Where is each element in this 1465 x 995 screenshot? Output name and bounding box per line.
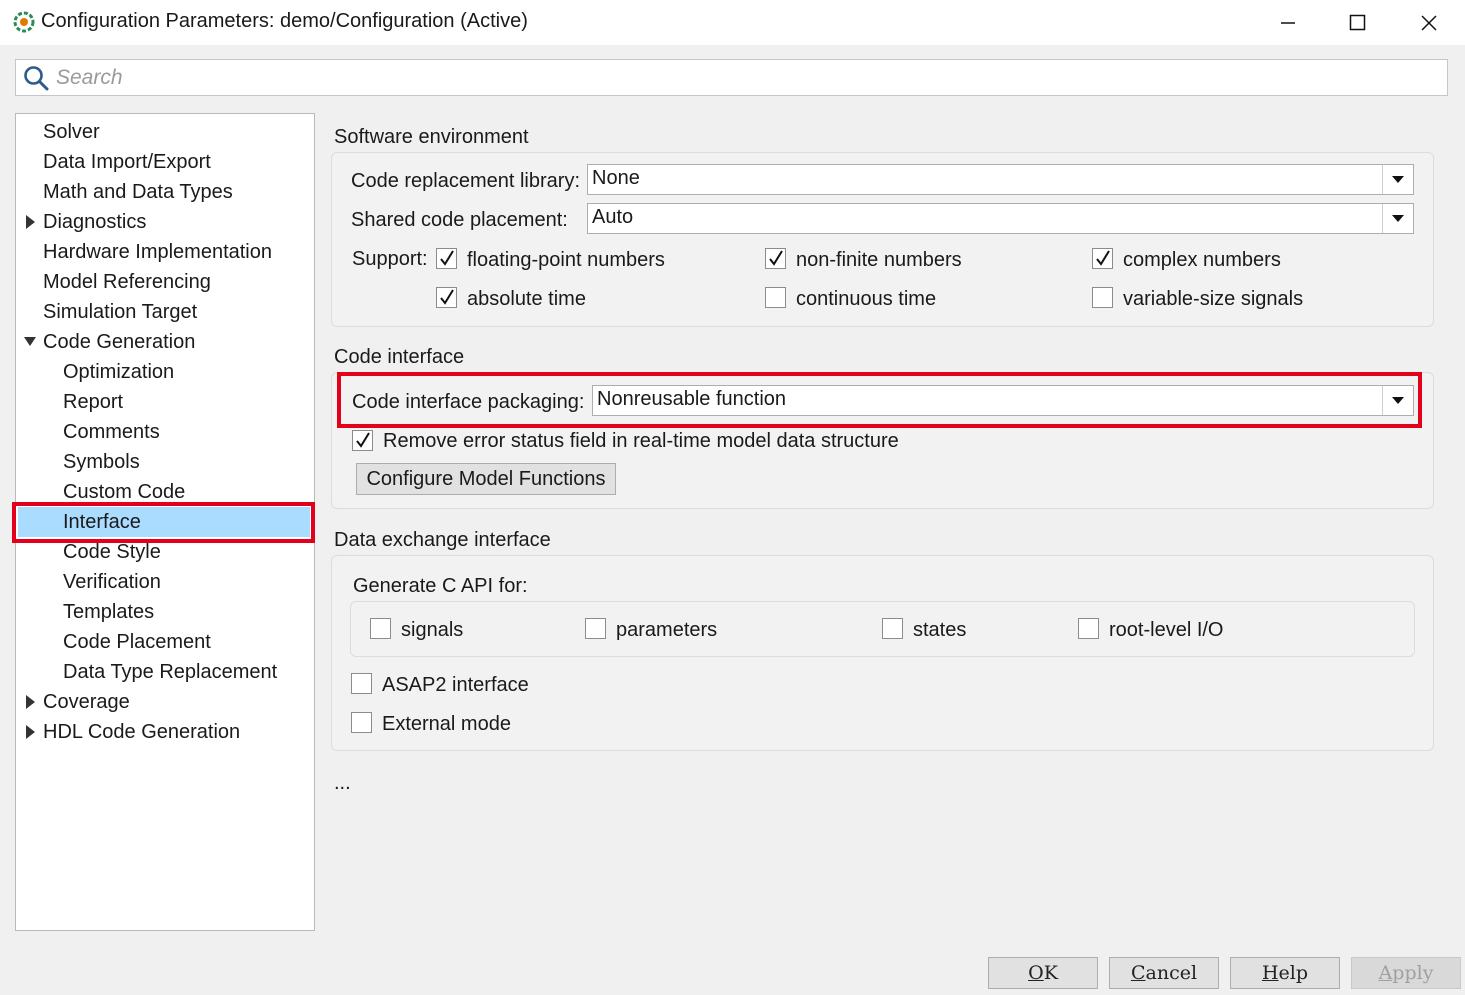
variable-size-signals-label: variable-size signals: [1123, 288, 1304, 310]
shared-code-placement-dropdown[interactable]: Auto: [587, 203, 1414, 234]
c-api-signals-checkbox[interactable]: [370, 618, 391, 639]
search-box[interactable]: [15, 59, 1448, 96]
apply-mnemonic: A: [1378, 962, 1393, 984]
apply-label-rest: pply: [1392, 962, 1434, 984]
tree-item-verification[interactable]: Verification: [63, 567, 161, 597]
minimize-icon: [1281, 21, 1295, 24]
complex-numbers-label: complex numbers: [1123, 249, 1281, 271]
floating-point-label: floating-point numbers: [467, 249, 665, 271]
more-options-ellipsis: ...: [334, 772, 351, 794]
tree-item-diagnostics[interactable]: Diagnostics: [43, 207, 146, 237]
expand-arrow-icon[interactable]: [24, 687, 38, 717]
help-label-rest: elp: [1278, 962, 1309, 984]
c-api-root-level-io-label: root-level I/O: [1109, 619, 1224, 641]
configure-model-functions-button[interactable]: Configure Model Functions: [356, 463, 616, 495]
c-api-parameters-checkbox[interactable]: [585, 618, 606, 639]
checkmark-icon: [1096, 250, 1110, 266]
cancel-button[interactable]: Cancel: [1109, 957, 1219, 989]
apply-button[interactable]: Apply: [1351, 957, 1461, 989]
continuous-time-label: continuous time: [796, 288, 937, 310]
code-replacement-library-value: None: [592, 167, 640, 189]
tree-item-math-and-data-types[interactable]: Math and Data Types: [43, 177, 233, 207]
interface-highlight-box: [12, 502, 315, 543]
floating-point-checkbox[interactable]: [436, 248, 457, 269]
help-button[interactable]: Help: [1230, 957, 1340, 989]
dropdown-arrow-icon[interactable]: [1382, 165, 1413, 194]
maximize-button[interactable]: [1323, 0, 1393, 45]
code-replacement-library-dropdown[interactable]: None: [587, 164, 1414, 195]
continuous-time-checkbox[interactable]: [765, 287, 786, 308]
tree-item-report[interactable]: Report: [63, 387, 123, 417]
packaging-highlight-box: [337, 372, 1422, 428]
cancel-mnemonic: C: [1130, 962, 1146, 984]
ok-button[interactable]: OK: [988, 957, 1098, 989]
cancel-label-rest: ancel: [1145, 962, 1198, 984]
ok-mnemonic: O: [1028, 962, 1044, 984]
c-api-signals-label: signals: [401, 619, 464, 641]
tree-item-optimization[interactable]: Optimization: [63, 357, 174, 387]
c-api-states-label: states: [913, 619, 967, 641]
c-api-root-level-io-checkbox[interactable]: [1078, 618, 1099, 639]
search-input[interactable]: [56, 63, 1436, 92]
tree-item-coverage[interactable]: Coverage: [43, 687, 130, 717]
c-api-states-checkbox[interactable]: [882, 618, 903, 639]
tree-item-symbols[interactable]: Symbols: [63, 447, 140, 477]
close-icon: [1421, 14, 1437, 31]
complex-numbers-checkbox[interactable]: [1092, 248, 1113, 269]
code-interface-title: Code interface: [334, 346, 465, 368]
absolute-time-label: absolute time: [467, 288, 586, 310]
software-environment-title: Software environment: [334, 126, 529, 148]
checkmark-icon: [769, 250, 783, 266]
maximize-icon: [1349, 14, 1366, 30]
expand-arrow-icon[interactable]: [24, 717, 38, 747]
external-mode-checkbox[interactable]: [351, 712, 372, 733]
checkmark-icon: [356, 432, 370, 448]
non-finite-checkbox[interactable]: [765, 248, 786, 269]
non-finite-label: non-finite numbers: [796, 249, 962, 271]
dropdown-arrow-icon[interactable]: [1382, 204, 1413, 233]
minimize-button[interactable]: [1253, 0, 1323, 45]
asap2-interface-label: ASAP2 interface: [382, 674, 529, 696]
external-mode-label: External mode: [382, 713, 511, 735]
variable-size-signals-checkbox[interactable]: [1092, 287, 1113, 308]
tree-item-code-placement[interactable]: Code Placement: [63, 627, 211, 657]
simulink-app-icon: [12, 10, 36, 34]
c-api-parameters-label: parameters: [616, 619, 718, 641]
ok-label-rest: K: [1043, 962, 1058, 984]
window-title: Configuration Parameters: demo/Configura…: [41, 10, 528, 32]
checkmark-icon: [440, 250, 454, 266]
shared-code-placement-label: Shared code placement:: [351, 209, 568, 231]
absolute-time-checkbox[interactable]: [436, 287, 457, 308]
tree-item-data-type-replacement[interactable]: Data Type Replacement: [63, 657, 277, 687]
support-label: Support:: [352, 248, 428, 270]
tree-item-templates[interactable]: Templates: [63, 597, 154, 627]
expand-arrow-icon[interactable]: [24, 207, 38, 237]
code-replacement-library-label: Code replacement library:: [351, 170, 580, 192]
tree-item-hardware-implementation[interactable]: Hardware Implementation: [43, 237, 272, 267]
title-bar: Configuration Parameters: demo/Configura…: [0, 0, 1465, 45]
generate-c-api-label: Generate C API for:: [353, 575, 528, 597]
collapse-arrow-icon[interactable]: [22, 327, 36, 357]
search-icon: [23, 65, 49, 91]
asap2-interface-checkbox[interactable]: [351, 673, 372, 694]
help-mnemonic: H: [1261, 962, 1279, 984]
data-exchange-interface-title: Data exchange interface: [334, 529, 551, 551]
tree-item-hdl-code-generation[interactable]: HDL Code Generation: [43, 717, 240, 747]
remove-error-status-label: Remove error status field in real-time m…: [383, 430, 899, 452]
tree-item-simulation-target[interactable]: Simulation Target: [43, 297, 197, 327]
tree-item-comments[interactable]: Comments: [63, 417, 160, 447]
shared-code-placement-value: Auto: [592, 206, 634, 228]
close-button[interactable]: [1394, 0, 1464, 45]
tree-item-solver[interactable]: Solver: [43, 117, 100, 147]
remove-error-status-checkbox[interactable]: [352, 430, 373, 451]
checkmark-icon: [440, 289, 454, 305]
tree-item-model-referencing[interactable]: Model Referencing: [43, 267, 211, 297]
tree-item-data-import-export[interactable]: Data Import/Export: [43, 147, 211, 177]
tree-item-code-generation[interactable]: Code Generation: [43, 327, 195, 357]
